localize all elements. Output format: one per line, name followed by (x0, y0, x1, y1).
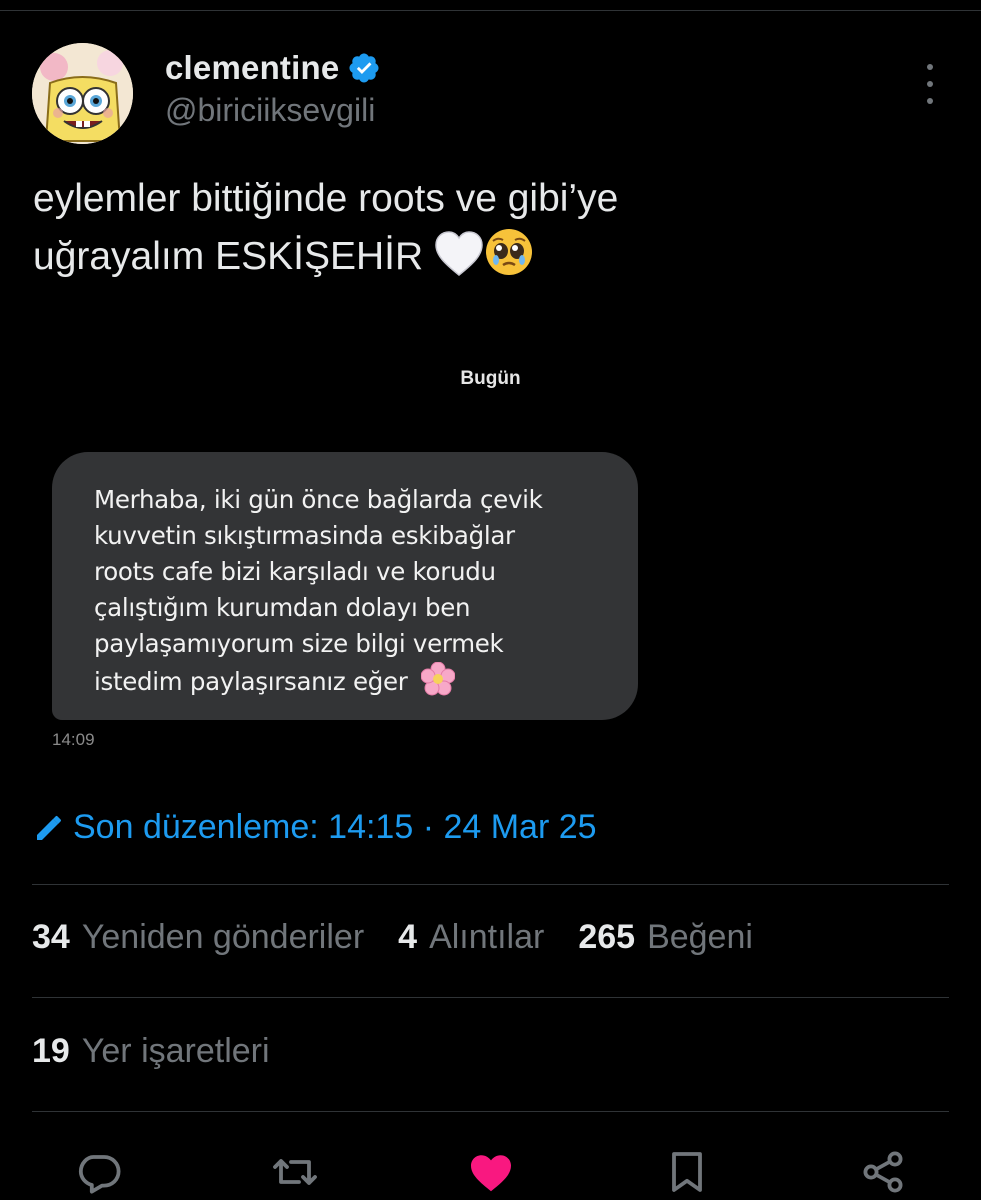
reply-icon (78, 1155, 121, 1194)
edited-label[interactable]: Son düzenleme: 14:15 · 24 Mar 25 (73, 808, 597, 847)
bookmark-icon (672, 1152, 702, 1192)
top-divider (0, 10, 981, 11)
author-display-name[interactable]: clementine (165, 49, 339, 87)
likes-label: Beğeni (647, 918, 753, 956)
message-time: 14:09 (52, 730, 95, 749)
avatar-image (32, 43, 133, 144)
like-button[interactable] (464, 1148, 518, 1200)
author-name-row[interactable]: clementine (165, 46, 381, 90)
engagement-stats: 34 Yeniden gönderiler 4 Alıntılar 265 Be… (32, 918, 787, 957)
edit-history-link[interactable]: Son düzenleme: 14:15 · 24 Mar 25 (33, 808, 597, 847)
reposts-stat[interactable]: 34 Yeniden gönderiler (32, 918, 364, 957)
more-options-icon[interactable] (918, 64, 942, 104)
bookmarks-label: Yer işaretleri (81, 1032, 270, 1070)
message-line: çalıştığım kurumdan dolayı ben (94, 593, 471, 622)
retweet-icon (273, 1159, 317, 1185)
heart-icon (471, 1155, 511, 1192)
reposts-label: Yeniden gönderiler (81, 918, 365, 956)
reposts-count: 34 (32, 918, 70, 956)
repost-button[interactable] (268, 1148, 322, 1200)
bookmarks-count: 19 (32, 1032, 70, 1070)
message-line: roots cafe bizi karşıladı ve korudu (94, 557, 496, 586)
message-line: Merhaba, iki gün önce bağlarda çevik (94, 485, 543, 514)
pencil-icon (37, 815, 62, 840)
verified-badge-icon (349, 53, 379, 83)
author-avatar[interactable] (32, 43, 133, 144)
message-bubble: Merhaba, iki gün önce bağlarda çevik kuv… (52, 452, 638, 720)
chat-day-label: Bugün (460, 368, 521, 389)
reply-button[interactable] (72, 1148, 126, 1200)
divider (32, 1111, 949, 1112)
share-button[interactable] (856, 1148, 910, 1200)
pleading-face-icon (485, 229, 532, 275)
quotes-label: Alıntılar (429, 918, 545, 956)
white-heart-icon (435, 231, 483, 276)
likes-count: 265 (578, 918, 636, 956)
author-handle[interactable]: @biriciiksevgili (165, 92, 375, 129)
divider (32, 997, 949, 998)
share-icon (863, 1151, 903, 1193)
divider (32, 884, 949, 885)
message-line: kuvvetin sıkıştırmasinda eskibağlar (94, 521, 515, 550)
bookmarks-stat[interactable]: 19 Yer işaretleri (32, 1032, 304, 1071)
message-line: paylaşamıyorum size bilgi vermek (94, 629, 504, 658)
cherry-blossom-icon (420, 661, 456, 696)
tweet-text-line-2: uğrayalım ESKİŞEHİR (33, 235, 424, 278)
tweet-text: eylemler bittiğinde roots ve gibi’ye uğr… (33, 170, 933, 285)
tweet-text-line-1: eylemler bittiğinde roots ve gibi’ye (33, 177, 619, 220)
message-line-last: istedim paylaşırsanız eğer (94, 661, 608, 700)
quotes-count: 4 (398, 918, 418, 956)
message-line: istedim paylaşırsanız eğer (94, 667, 408, 696)
likes-stat[interactable]: 265 Beğeni (578, 918, 753, 957)
quotes-stat[interactable]: 4 Alıntılar (398, 918, 544, 957)
bookmark-button[interactable] (660, 1148, 714, 1200)
action-bar (0, 1148, 981, 1200)
message-text: Merhaba, iki gün önce bağlarda çevik kuv… (94, 482, 608, 700)
